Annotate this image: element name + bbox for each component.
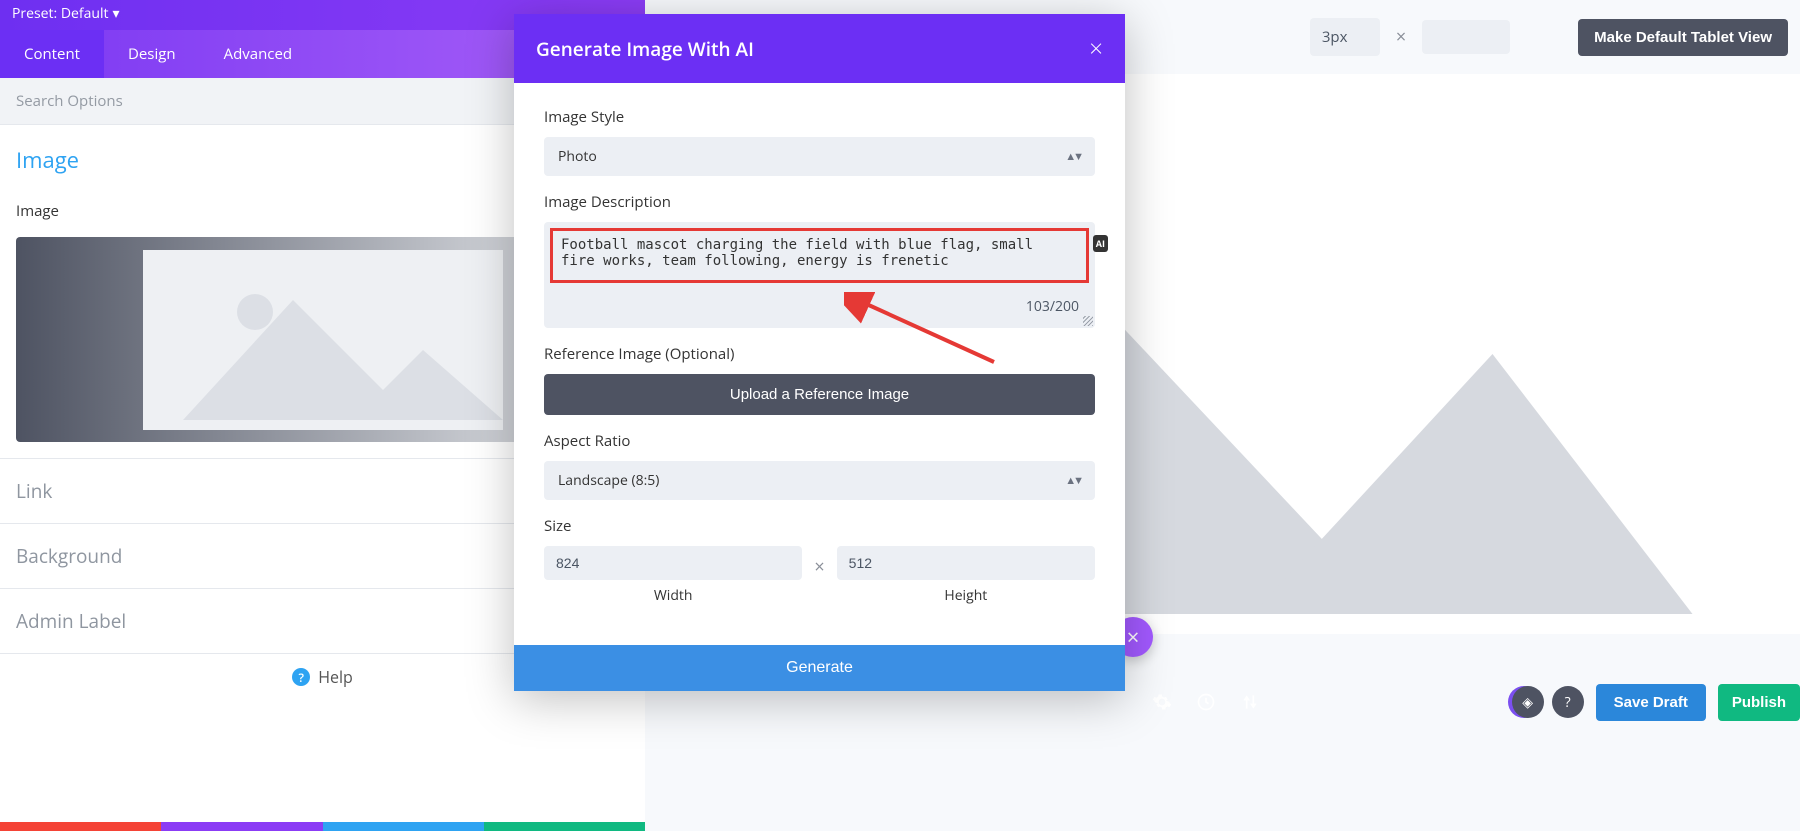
- aspect-ratio-value: Landscape (8:5): [558, 471, 659, 490]
- generate-image-ai-modal: Generate Image With AI × Image Style Pho…: [514, 14, 1125, 691]
- select-chevron-icon: ▲▼: [1065, 149, 1081, 164]
- aspect-ratio-label: Aspect Ratio: [544, 431, 1095, 451]
- height-sublabel: Height: [944, 586, 987, 605]
- image-description-input[interactable]: [561, 237, 1078, 269]
- help-icon: ?: [292, 668, 310, 686]
- action-strip: [0, 822, 645, 831]
- builder-bottom-bar: ◈ ? Save Draft Publish: [1124, 681, 1800, 723]
- size-x-icon: ×: [814, 555, 824, 597]
- publish-button[interactable]: Publish: [1718, 684, 1800, 721]
- tab-content[interactable]: Content: [0, 30, 104, 78]
- width-sublabel: Width: [654, 586, 693, 605]
- textarea-resize-handle[interactable]: [1083, 316, 1093, 326]
- ai-modal-body: Image Style Photo ▲▼ Image Description A…: [514, 83, 1125, 613]
- width-px-readout[interactable]: 3px: [1310, 18, 1380, 56]
- image-description-highlight: AI: [550, 228, 1089, 283]
- image-style-label: Image Style: [544, 107, 1095, 127]
- image-description-group: Image Description AI 103/200: [544, 192, 1095, 328]
- aspect-ratio-select[interactable]: Landscape (8:5) ▲▼: [544, 461, 1095, 500]
- width-col: Width: [544, 546, 802, 605]
- save-draft-button[interactable]: Save Draft: [1596, 684, 1706, 721]
- generate-button[interactable]: Generate: [514, 645, 1125, 691]
- image-style-group: Image Style Photo ▲▼: [544, 107, 1095, 176]
- chevron-down-icon: ▾: [112, 4, 119, 23]
- close-icon: ×: [1127, 622, 1140, 652]
- image-style-select[interactable]: Photo ▲▼: [544, 137, 1095, 176]
- image-style-value: Photo: [558, 147, 597, 166]
- layers-icon: ◈: [1522, 693, 1533, 712]
- settings-gear-icon[interactable]: [1146, 686, 1178, 718]
- aspect-ratio-group: Aspect Ratio Landscape (8:5) ▲▼: [544, 431, 1095, 500]
- upload-reference-image-button[interactable]: Upload a Reference Image: [544, 374, 1095, 415]
- select-chevron-icon: ▲▼: [1065, 473, 1081, 488]
- ai-modal-title: Generate Image With AI: [536, 36, 754, 62]
- size-row: Width × Height: [544, 546, 1095, 605]
- search-placeholder: Search Options: [16, 91, 123, 111]
- preset-label: Preset: Default: [12, 4, 108, 23]
- tab-design[interactable]: Design: [104, 30, 200, 78]
- make-default-view-button[interactable]: Make Default Tablet View: [1578, 19, 1788, 56]
- size-group: Size Width × Height: [544, 516, 1095, 605]
- ai-modal-close-button[interactable]: ×: [1089, 32, 1103, 65]
- reference-image-group: Reference Image (Optional) Upload a Refe…: [544, 344, 1095, 415]
- tab-advanced[interactable]: Advanced: [200, 30, 316, 78]
- toolbar-spacer-input[interactable]: [1422, 20, 1510, 54]
- sort-icon[interactable]: [1234, 686, 1266, 718]
- clear-icon[interactable]: ×: [1390, 25, 1412, 49]
- help-circle-button[interactable]: ?: [1552, 686, 1584, 718]
- ai-badge[interactable]: AI: [1093, 235, 1108, 252]
- reference-image-label: Reference Image (Optional): [544, 344, 1095, 364]
- ai-modal-header: Generate Image With AI ×: [514, 14, 1125, 83]
- action-redo[interactable]: [323, 822, 484, 831]
- placeholder-image-icon: [143, 250, 503, 430]
- action-delete[interactable]: [0, 822, 161, 831]
- image-description-wrap: AI 103/200: [544, 222, 1095, 328]
- image-placeholder-svg: [143, 250, 503, 430]
- width-input[interactable]: [544, 546, 802, 580]
- question-icon: ?: [1565, 693, 1571, 712]
- action-undo[interactable]: [161, 822, 322, 831]
- height-input[interactable]: [837, 546, 1095, 580]
- size-label: Size: [544, 516, 1095, 536]
- image-description-label: Image Description: [544, 192, 1095, 212]
- history-clock-icon[interactable]: [1190, 686, 1222, 718]
- help-label: Help: [318, 666, 353, 688]
- bottom-circle-group: ◈ ?: [1512, 686, 1584, 718]
- height-col: Height: [837, 546, 1095, 605]
- description-char-counter: 103/200: [550, 283, 1089, 322]
- action-save[interactable]: [484, 822, 645, 831]
- layers-button[interactable]: ◈: [1512, 686, 1544, 718]
